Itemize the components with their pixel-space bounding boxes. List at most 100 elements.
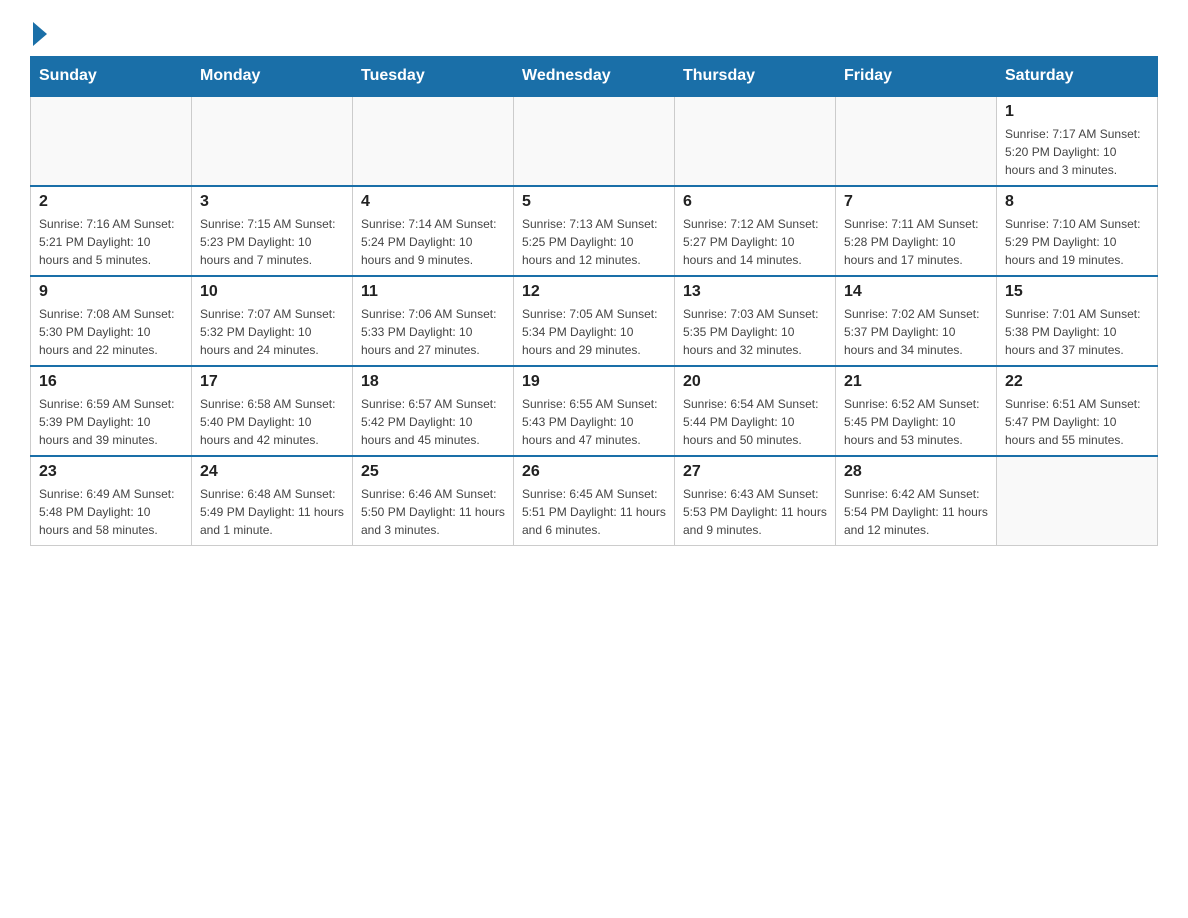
column-header-wednesday: Wednesday — [514, 57, 675, 97]
day-info: Sunrise: 7:10 AM Sunset: 5:29 PM Dayligh… — [1005, 215, 1149, 269]
day-number: 3 — [200, 193, 344, 211]
day-number: 17 — [200, 373, 344, 391]
calendar-cell: 24 Sunrise: 6:48 AM Sunset: 5:49 PM Dayli… — [192, 456, 353, 546]
calendar-header-row: SundayMondayTuesdayWednesdayThursdayFrid… — [31, 57, 1158, 97]
column-header-thursday: Thursday — [675, 57, 836, 97]
day-number: 6 — [683, 193, 827, 211]
calendar-cell: 22Sunrise: 6:51 AM Sunset: 5:47 PM Dayli… — [997, 366, 1158, 456]
calendar-cell — [353, 96, 514, 186]
week-row-2: 2Sunrise: 7:16 AM Sunset: 5:21 PM Daylig… — [31, 186, 1158, 276]
week-row-3: 9 Sunrise: 7:08 AM Sunset: 5:30 PM Daylig… — [31, 276, 1158, 366]
calendar-cell — [836, 96, 997, 186]
calendar-table: SundayMondayTuesdayWednesdayThursdayFrid… — [30, 56, 1158, 546]
day-info: Sunrise: 7:03 AM Sunset: 5:35 PM Dayligh… — [683, 305, 827, 359]
calendar-cell: 9 Sunrise: 7:08 AM Sunset: 5:30 PM Daylig… — [31, 276, 192, 366]
column-header-monday: Monday — [192, 57, 353, 97]
calendar-cell: 13Sunrise: 7:03 AM Sunset: 5:35 PM Dayli… — [675, 276, 836, 366]
day-info: Sunrise: 6:42 AM Sunset: 5:54 PM Dayligh… — [844, 485, 988, 539]
day-info: Sunrise: 7:06 AM Sunset: 5:33 PM Dayligh… — [361, 305, 505, 359]
calendar-cell — [514, 96, 675, 186]
day-number: 7 — [844, 193, 988, 211]
column-header-tuesday: Tuesday — [353, 57, 514, 97]
day-number: 14 — [844, 283, 988, 301]
day-info: Sunrise: 6:57 AM Sunset: 5:42 PM Dayligh… — [361, 395, 505, 449]
day-number: 20 — [683, 373, 827, 391]
calendar-cell: 10 Sunrise: 7:07 AM Sunset: 5:32 PM Dayli… — [192, 276, 353, 366]
calendar-cell: 2Sunrise: 7:16 AM Sunset: 5:21 PM Daylig… — [31, 186, 192, 276]
day-number: 5 — [522, 193, 666, 211]
calendar-cell: 7 Sunrise: 7:11 AM Sunset: 5:28 PM Daylig… — [836, 186, 997, 276]
day-number: 11 — [361, 283, 505, 301]
day-info: Sunrise: 6:43 AM Sunset: 5:53 PM Dayligh… — [683, 485, 827, 539]
day-info: Sunrise: 6:48 AM Sunset: 5:49 PM Dayligh… — [200, 485, 344, 539]
day-number: 1 — [1005, 103, 1149, 121]
day-number: 26 — [522, 463, 666, 481]
day-number: 16 — [39, 373, 183, 391]
page-header — [30, 20, 1158, 46]
day-info: Sunrise: 6:46 AM Sunset: 5:50 PM Dayligh… — [361, 485, 505, 539]
calendar-cell: 11 Sunrise: 7:06 AM Sunset: 5:33 PM Dayli… — [353, 276, 514, 366]
calendar-cell: 17 Sunrise: 6:58 AM Sunset: 5:40 PM Dayli… — [192, 366, 353, 456]
calendar-cell: 21 Sunrise: 6:52 AM Sunset: 5:45 PM Dayli… — [836, 366, 997, 456]
calendar-cell: 12 Sunrise: 7:05 AM Sunset: 5:34 PM Dayli… — [514, 276, 675, 366]
calendar-cell: 3 Sunrise: 7:15 AM Sunset: 5:23 PM Daylig… — [192, 186, 353, 276]
day-number: 19 — [522, 373, 666, 391]
day-info: Sunrise: 7:02 AM Sunset: 5:37 PM Dayligh… — [844, 305, 988, 359]
calendar-cell: 26 Sunrise: 6:45 AM Sunset: 5:51 PM Dayli… — [514, 456, 675, 546]
calendar-cell — [31, 96, 192, 186]
day-number: 28 — [844, 463, 988, 481]
calendar-cell: 20 Sunrise: 6:54 AM Sunset: 5:44 PM Dayli… — [675, 366, 836, 456]
day-number: 23 — [39, 463, 183, 481]
column-header-saturday: Saturday — [997, 57, 1158, 97]
calendar-cell: 16Sunrise: 6:59 AM Sunset: 5:39 PM Dayli… — [31, 366, 192, 456]
day-number: 9 — [39, 283, 183, 301]
week-row-5: 23 Sunrise: 6:49 AM Sunset: 5:48 PM Dayli… — [31, 456, 1158, 546]
week-row-4: 16Sunrise: 6:59 AM Sunset: 5:39 PM Dayli… — [31, 366, 1158, 456]
day-info: Sunrise: 6:52 AM Sunset: 5:45 PM Dayligh… — [844, 395, 988, 449]
calendar-cell: 1 Sunrise: 7:17 AM Sunset: 5:20 PM Daylig… — [997, 96, 1158, 186]
day-info: Sunrise: 7:11 AM Sunset: 5:28 PM Dayligh… — [844, 215, 988, 269]
day-number: 25 — [361, 463, 505, 481]
day-info: Sunrise: 7:07 AM Sunset: 5:32 PM Dayligh… — [200, 305, 344, 359]
day-number: 4 — [361, 193, 505, 211]
day-info: Sunrise: 7:05 AM Sunset: 5:34 PM Dayligh… — [522, 305, 666, 359]
calendar-cell: 15 Sunrise: 7:01 AM Sunset: 5:38 PM Dayli… — [997, 276, 1158, 366]
calendar-cell: 23 Sunrise: 6:49 AM Sunset: 5:48 PM Dayli… — [31, 456, 192, 546]
day-info: Sunrise: 6:54 AM Sunset: 5:44 PM Dayligh… — [683, 395, 827, 449]
day-number: 8 — [1005, 193, 1149, 211]
day-info: Sunrise: 6:55 AM Sunset: 5:43 PM Dayligh… — [522, 395, 666, 449]
day-info: Sunrise: 7:12 AM Sunset: 5:27 PM Dayligh… — [683, 215, 827, 269]
calendar-cell: 6 Sunrise: 7:12 AM Sunset: 5:27 PM Daylig… — [675, 186, 836, 276]
day-number: 10 — [200, 283, 344, 301]
calendar-cell: 14 Sunrise: 7:02 AM Sunset: 5:37 PM Dayli… — [836, 276, 997, 366]
day-info: Sunrise: 6:58 AM Sunset: 5:40 PM Dayligh… — [200, 395, 344, 449]
day-info: Sunrise: 7:13 AM Sunset: 5:25 PM Dayligh… — [522, 215, 666, 269]
calendar-cell — [675, 96, 836, 186]
calendar-cell: 19 Sunrise: 6:55 AM Sunset: 5:43 PM Dayli… — [514, 366, 675, 456]
logo — [30, 20, 47, 46]
day-number: 15 — [1005, 283, 1149, 301]
day-info: Sunrise: 6:45 AM Sunset: 5:51 PM Dayligh… — [522, 485, 666, 539]
day-info: Sunrise: 7:15 AM Sunset: 5:23 PM Dayligh… — [200, 215, 344, 269]
day-info: Sunrise: 6:49 AM Sunset: 5:48 PM Dayligh… — [39, 485, 183, 539]
day-info: Sunrise: 7:17 AM Sunset: 5:20 PM Dayligh… — [1005, 125, 1149, 179]
day-info: Sunrise: 7:01 AM Sunset: 5:38 PM Dayligh… — [1005, 305, 1149, 359]
day-number: 18 — [361, 373, 505, 391]
calendar-cell: 8 Sunrise: 7:10 AM Sunset: 5:29 PM Daylig… — [997, 186, 1158, 276]
calendar-cell: 28 Sunrise: 6:42 AM Sunset: 5:54 PM Dayli… — [836, 456, 997, 546]
day-number: 12 — [522, 283, 666, 301]
calendar-cell: 4 Sunrise: 7:14 AM Sunset: 5:24 PM Daylig… — [353, 186, 514, 276]
day-info: Sunrise: 7:08 AM Sunset: 5:30 PM Dayligh… — [39, 305, 183, 359]
column-header-friday: Friday — [836, 57, 997, 97]
logo-arrow-icon — [33, 22, 47, 46]
day-info: Sunrise: 7:14 AM Sunset: 5:24 PM Dayligh… — [361, 215, 505, 269]
day-number: 27 — [683, 463, 827, 481]
calendar-cell — [997, 456, 1158, 546]
day-info: Sunrise: 7:16 AM Sunset: 5:21 PM Dayligh… — [39, 215, 183, 269]
calendar-cell — [192, 96, 353, 186]
day-number: 21 — [844, 373, 988, 391]
day-number: 22 — [1005, 373, 1149, 391]
day-number: 24 — [200, 463, 344, 481]
calendar-cell: 25 Sunrise: 6:46 AM Sunset: 5:50 PM Dayli… — [353, 456, 514, 546]
week-row-1: 1 Sunrise: 7:17 AM Sunset: 5:20 PM Daylig… — [31, 96, 1158, 186]
